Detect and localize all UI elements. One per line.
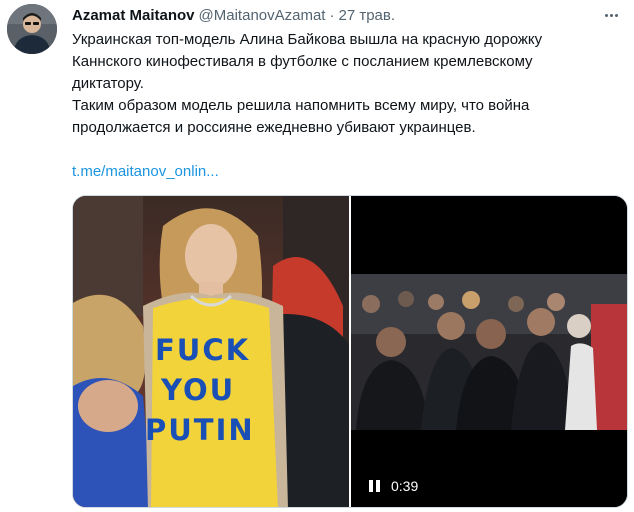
tweet-text-line: продолжается и россияне ежедневно убиваю…	[72, 119, 476, 136]
video-time: 0:39	[391, 478, 419, 494]
tweet-text: Украинская топ-модель Алина Байкова вышл…	[72, 29, 622, 139]
video-player[interactable]: 0:39	[351, 196, 627, 507]
telegram-link[interactable]: t.me/maitanov_onlin...	[72, 161, 219, 183]
tweet-text-line: Каннского кинофестиваля в футболке с пос…	[72, 53, 533, 70]
separator-dot: ·	[329, 6, 335, 24]
shirt-text-line: YOU	[161, 373, 236, 407]
shirt-text-line: FUCK	[155, 333, 251, 367]
more-options-icon[interactable]	[602, 6, 620, 24]
tweet-header: Azamat Maitanov @MaitanovAzamat · 27 тра…	[72, 5, 395, 25]
avatar-image	[7, 4, 57, 54]
shirt-text-line: PUTIN	[145, 413, 255, 447]
video-frame	[351, 274, 627, 430]
tweet-card[interactable]: Azamat Maitanov @MaitanovAzamat · 27 тра…	[0, 0, 634, 512]
tweet-text-line: Украинская топ-модель Алина Байкова вышл…	[72, 31, 543, 48]
pause-icon[interactable]	[367, 479, 381, 493]
avatar[interactable]	[7, 4, 57, 54]
tweet-date[interactable]: 27 трав.	[338, 7, 395, 24]
photo-model-shirt[interactable]: FUCK YOU PUTIN	[73, 196, 349, 507]
tweet-text-line: диктатору.	[72, 75, 144, 92]
user-handle[interactable]: @MaitanovAzamat	[199, 7, 326, 24]
display-name[interactable]: Azamat Maitanov	[72, 7, 195, 24]
video-controls: 0:39	[367, 478, 418, 494]
tweet-text-line: Таким образом модель решила напомнить вс…	[72, 97, 530, 114]
media-container: FUCK YOU PUTIN 0:39	[72, 195, 628, 508]
